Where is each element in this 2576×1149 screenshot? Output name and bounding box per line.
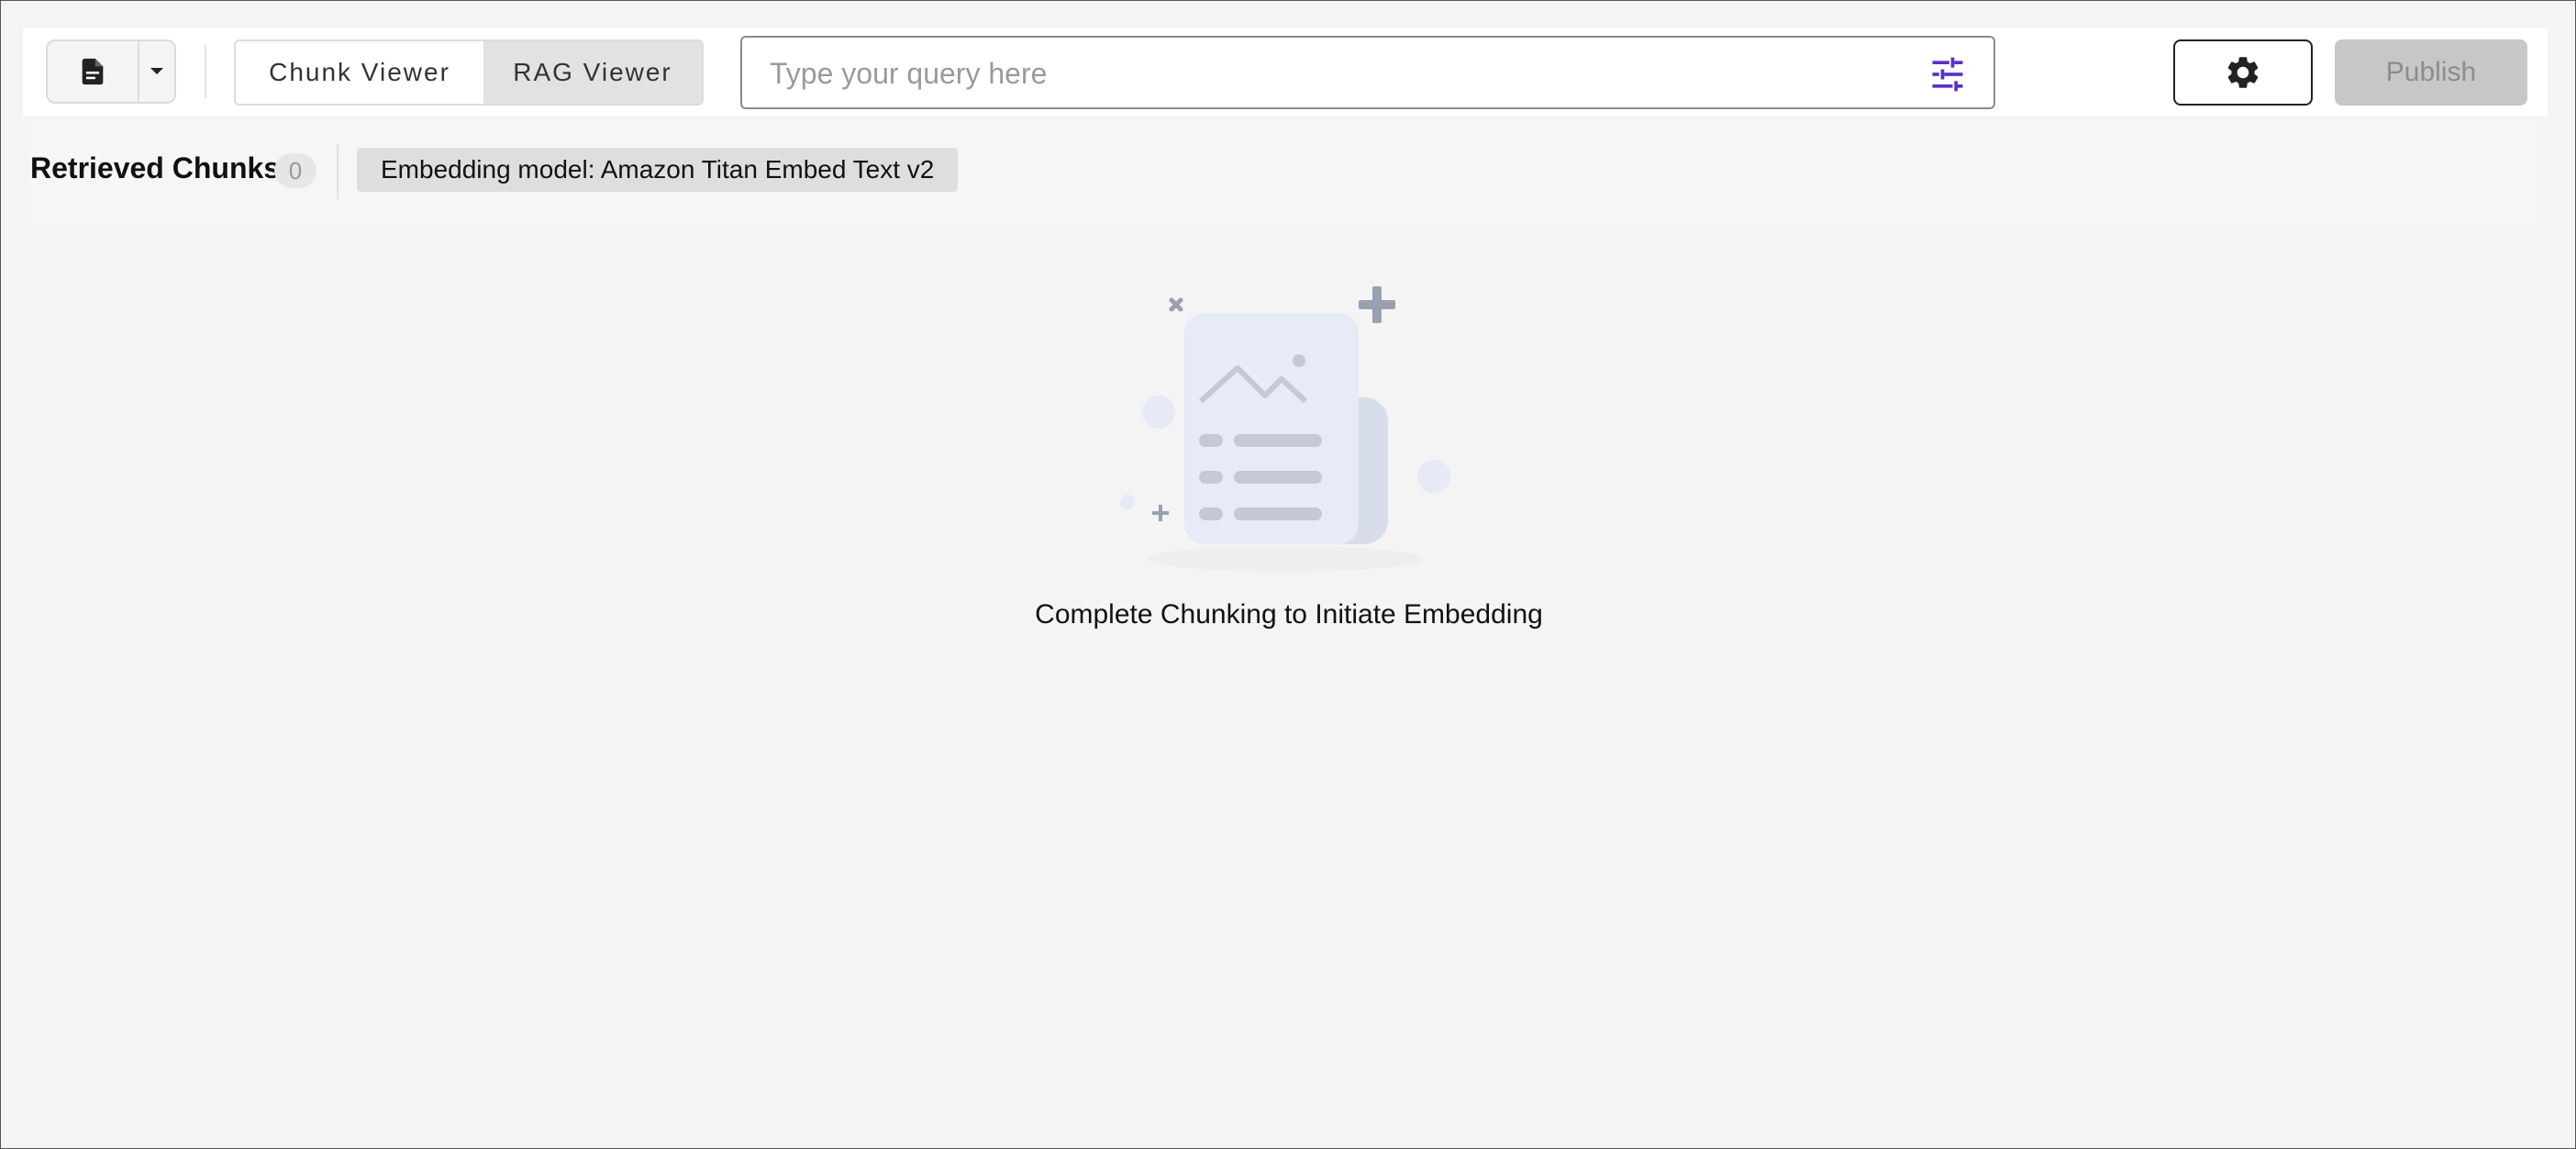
caret-down-icon bbox=[150, 68, 163, 74]
document-icon bbox=[82, 58, 104, 85]
empty-state-message: Complete Chunking to Initiate Embedding bbox=[1035, 599, 1543, 630]
app-window: Chunk Viewer RAG Viewer Type your query … bbox=[0, 0, 2576, 1149]
query-input[interactable] bbox=[768, 38, 1909, 109]
document-button[interactable] bbox=[48, 41, 139, 102]
tune-icon[interactable] bbox=[1927, 54, 1968, 95]
results-header: Retrieved Chunks 0 Embedding model: Amaz… bbox=[28, 120, 2542, 223]
viewer-toggle: Chunk Viewer RAG Viewer bbox=[234, 39, 704, 106]
gear-icon bbox=[2227, 57, 2259, 88]
empty-document-illustration bbox=[1120, 286, 1450, 572]
retrieved-chunks-title: Retrieved Chunks bbox=[30, 151, 281, 184]
settings-button[interactable] bbox=[2173, 39, 2313, 106]
chunk-count-badge: 0 bbox=[274, 153, 316, 188]
query-box bbox=[740, 36, 1995, 109]
document-split-button bbox=[46, 39, 176, 104]
header-divider bbox=[337, 144, 339, 199]
tab-rag-viewer[interactable]: RAG Viewer bbox=[483, 41, 702, 104]
document-dropdown-button[interactable] bbox=[139, 41, 174, 102]
embedding-model-chip: Embedding model: Amazon Titan Embed Text… bbox=[357, 148, 959, 192]
tab-chunk-viewer[interactable]: Chunk Viewer bbox=[236, 41, 483, 104]
publish-button[interactable]: Publish bbox=[2335, 39, 2527, 106]
toolbar-divider bbox=[205, 45, 206, 98]
toolbar: Chunk Viewer RAG Viewer Type your query … bbox=[23, 28, 2548, 117]
